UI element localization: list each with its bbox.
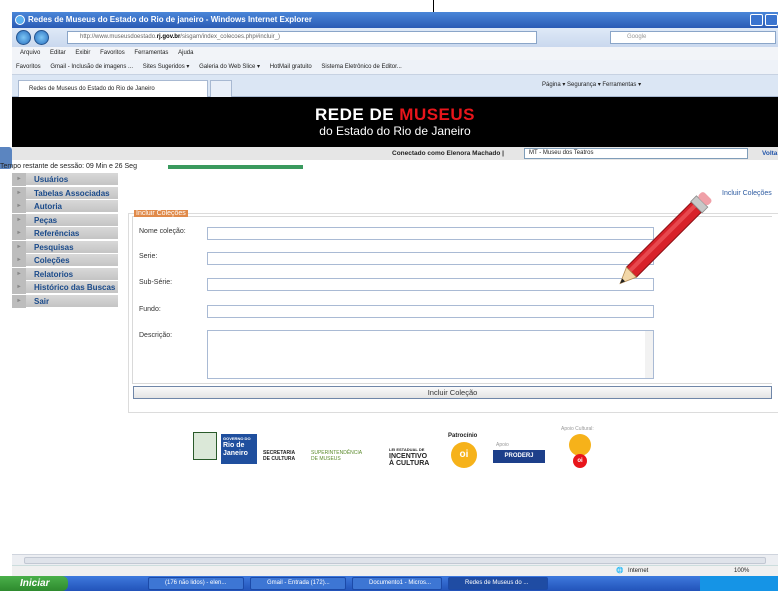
menu-arquivo[interactable]: Arquivo [20, 50, 40, 56]
url-input[interactable]: http://www.museusdoestado.rj.gov.br/sisg… [67, 31, 537, 44]
nav-colecoes[interactable]: ▸ Coleções [12, 254, 118, 267]
task-word[interactable]: Documento1 - Micros... [352, 577, 442, 590]
task-ie[interactable]: Redes de Museus do ... [448, 577, 548, 590]
command-bar[interactable]: Página ▾ Segurança ▾ Ferramentas ▾ [542, 81, 641, 88]
search-input[interactable]: Google [610, 31, 776, 44]
fav-galeria[interactable]: Galeria do Web Slice ▾ [199, 64, 260, 70]
proderj-logo: PRODERJ [493, 450, 545, 463]
cursor-line [433, 0, 434, 12]
connected-user: Conectado como Elenora Machado | [392, 150, 504, 157]
nav-sair[interactable]: ▸ Sair [12, 294, 118, 308]
arrow-icon: ▸ [12, 173, 26, 186]
label-fundo: Fundo: [139, 306, 161, 313]
minimize-button[interactable] [750, 14, 763, 26]
menu-ajuda[interactable]: Ajuda [178, 50, 193, 56]
rio-logo: GOVERNO DO Rio de Janeiro [221, 434, 257, 464]
descricao-textarea[interactable] [207, 330, 654, 379]
user-bar: Conectado como Elenora Machado | MT - Mu… [12, 147, 778, 160]
tab-row: Redes de Museus do Estado do Rio de Jane… [12, 75, 778, 97]
nav-pecas[interactable]: ▸ Peças [12, 213, 118, 227]
arrow-icon: ▸ [12, 227, 26, 240]
sponsor-footer: GOVERNO DO Rio de Janeiro SECRETARIA DE C… [193, 420, 613, 480]
fundo-input[interactable] [207, 305, 654, 318]
nav-pesquisas[interactable]: ▸ Pesquisas [12, 240, 118, 254]
fav-sistema[interactable]: Sistema Eletrônico de Editor... [321, 64, 401, 70]
form-legend: Incluir Coleções [134, 210, 188, 217]
site-header: REDE DE MUSEUS do Estado do Rio de Janei… [12, 97, 778, 147]
window-title: Redes de Museus do Estado do Rio de jane… [28, 15, 312, 24]
arrow-icon: ▸ [12, 186, 26, 200]
arrow-icon: ▸ [12, 267, 26, 281]
patrocinio-label: Patrocínio [448, 433, 478, 439]
browser-tab[interactable]: Redes de Museus do Estado do Rio de Jane… [18, 80, 208, 97]
arrow-icon: ▸ [12, 281, 26, 294]
serie-input[interactable] [207, 252, 654, 265]
nav-historico[interactable]: ▸ Histórico das Buscas [12, 281, 118, 294]
nav-relatorios[interactable]: ▸ Relatorios [12, 267, 118, 281]
maximize-button[interactable] [765, 14, 778, 26]
nav-usuarios[interactable]: ▸ Usuários [12, 173, 118, 186]
window-titlebar: Redes de Museus do Estado do Rio de jane… [12, 12, 778, 28]
sub-serie-input[interactable] [207, 278, 654, 291]
arrow-icon: ▸ [12, 254, 26, 267]
menu-favoritos[interactable]: Favoritos [100, 50, 125, 56]
arrow-icon: ▸ [12, 213, 26, 227]
label-nome-colecao: Nome coleção: [139, 228, 186, 235]
ie-icon [15, 15, 25, 25]
nav-autoria[interactable]: ▸ Autoria [12, 200, 118, 213]
session-progress [168, 165, 303, 169]
nome-colecao-input[interactable] [207, 227, 654, 240]
fav-gmail[interactable]: Gmail - Inclusão de imagens ... [50, 64, 133, 70]
site-subtitle: do Estado do Rio de Janeiro [319, 124, 471, 138]
status-bar: 🌐 Internet 100% [12, 565, 778, 576]
textarea-scrollbar[interactable] [645, 331, 653, 378]
menu-ferramentas[interactable]: Ferramentas [134, 50, 168, 56]
pencil-icon [619, 192, 712, 285]
label-descricao: Descrição: [139, 332, 173, 339]
task-gmail[interactable]: Gmail - Entrada (172)... [250, 577, 346, 590]
site-logo[interactable]: REDE DE MUSEUS [12, 105, 778, 125]
label-sub-serie: Sub-Série: [139, 279, 173, 286]
fav-sites[interactable]: Sites Sugeridos ▾ [143, 64, 190, 70]
menu-editar[interactable]: Editar [50, 50, 66, 56]
start-button[interactable]: Iniciar [0, 576, 68, 591]
apoio-label: Apoio [496, 442, 509, 448]
nav-referencias[interactable]: ▸ Referências [12, 227, 118, 240]
label-serie: Serie: [139, 253, 158, 260]
back-arrow-icon[interactable] [16, 30, 31, 45]
arrow-icon: ▸ [12, 200, 26, 213]
taskbar: Iniciar (176 não lidos) - elen... Gmail … [0, 576, 778, 591]
menu-bar: Arquivo Editar Exibir Favoritos Ferramen… [12, 47, 778, 60]
task-email[interactable]: (176 não lidos) - elen... [148, 577, 244, 590]
apoio-cultural-logo [569, 434, 591, 456]
back-link[interactable]: Volta [762, 147, 777, 160]
arrow-icon: ▸ [12, 240, 26, 254]
superintendencia-museus: SUPERINTENDÊNCIA DE MUSEUS [311, 450, 363, 462]
scroll-thumb[interactable] [24, 557, 766, 564]
museum-select[interactable]: MT - Museu dos Teatros [524, 148, 748, 159]
nav-tabelas[interactable]: ▸ Tabelas Associadas [12, 186, 118, 200]
favorites-bar: Favoritos Gmail - Inclusão de imagens ..… [12, 60, 778, 75]
menu-exibir[interactable]: Exibir [75, 50, 90, 56]
new-tab-button[interactable] [210, 80, 232, 97]
oi-logo: oi [451, 442, 477, 468]
arrow-icon: ▸ [12, 294, 26, 308]
horizontal-scrollbar[interactable] [12, 554, 778, 565]
sidebar: ▸ Usuários ▸ Tabelas Associadas ▸ Autoria ▸… [12, 173, 118, 308]
lei-incentivo: LEI ESTADUAL DE INCENTIVO À CULTURA [389, 447, 430, 467]
oi-small-logo: oi [573, 454, 587, 468]
favorites-button[interactable]: Favoritos [16, 64, 41, 70]
fav-hotmail[interactable]: HotMail gratuito [270, 64, 312, 70]
forward-arrow-icon[interactable] [34, 30, 49, 45]
address-bar: http://www.museusdoestado.rj.gov.br/sisg… [12, 28, 778, 47]
top-strip [0, 0, 778, 12]
apoio-cultural-label: Apoio Cultural: [561, 426, 594, 432]
secretaria-cultura: SECRETARIA DE CULTURA [263, 450, 296, 462]
system-tray [700, 576, 778, 591]
incluir-colecao-button[interactable]: Incluir Coleção [133, 386, 772, 399]
rj-coat-of-arms-icon [193, 432, 217, 460]
